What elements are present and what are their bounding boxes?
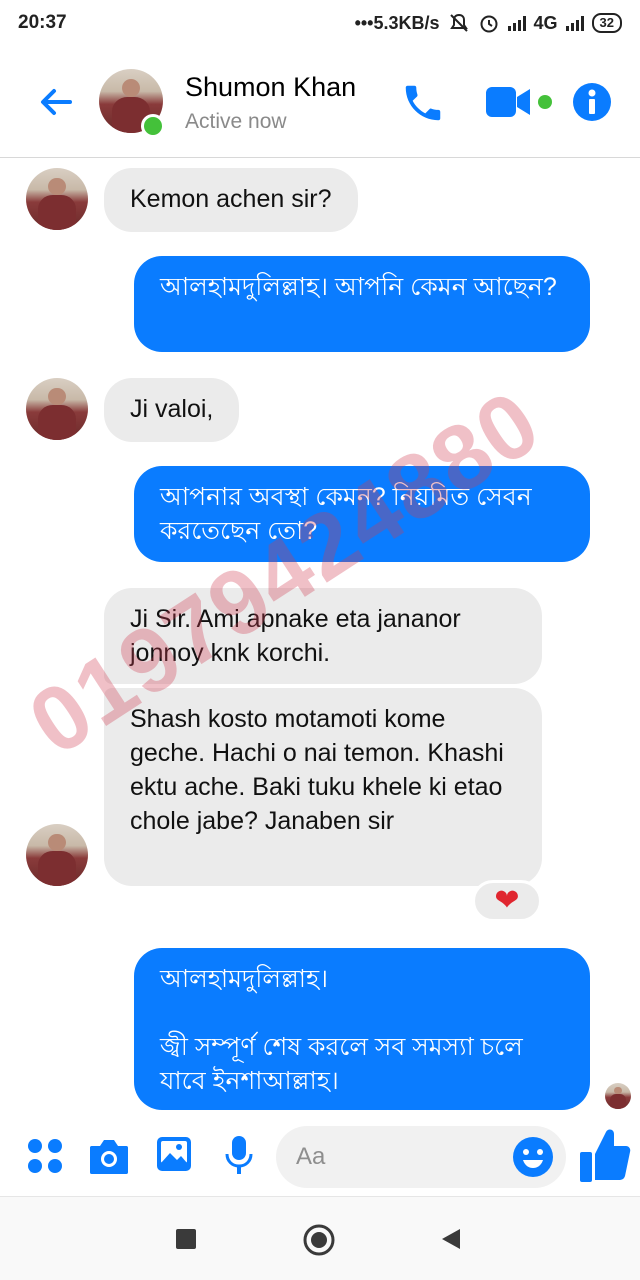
info-icon[interactable] bbox=[572, 82, 612, 122]
incoming-message[interactable]: Ji valoi, bbox=[104, 378, 240, 442]
thumbs-up-icon[interactable] bbox=[578, 1126, 632, 1184]
signal-icon bbox=[565, 15, 584, 31]
network-type: 4G bbox=[533, 12, 558, 33]
message-input[interactable] bbox=[296, 1136, 506, 1178]
conversation-header: Shumon Khan Active now bbox=[0, 46, 640, 158]
incoming-message[interactable]: Kemon achen sir? bbox=[104, 168, 358, 232]
recents-square-icon[interactable] bbox=[176, 1229, 196, 1249]
mute-icon bbox=[449, 13, 468, 32]
sender-avatar[interactable] bbox=[26, 168, 88, 230]
status-bar: 20:37 •••5.3KB/s 4G 32 bbox=[0, 0, 640, 46]
back-arrow-icon[interactable] bbox=[34, 80, 78, 124]
sender-avatar[interactable] bbox=[26, 378, 88, 440]
seen-indicator-avatar bbox=[605, 1083, 631, 1109]
clock: 20:37 bbox=[18, 12, 67, 33]
contact-name[interactable]: Shumon Khan bbox=[185, 72, 356, 103]
presence-status: Active now bbox=[185, 110, 287, 133]
system-navigation-bar bbox=[0, 1196, 640, 1280]
microphone-icon[interactable] bbox=[224, 1134, 254, 1176]
outgoing-message[interactable]: আলহামদুলিল্লাহ। আপনি কেমন আছেন? bbox=[134, 256, 590, 352]
outgoing-message[interactable]: আলহামদুলিল্লাহ। জ্বী সম্পূর্ণ শেষ করলে স… bbox=[134, 948, 590, 1110]
camera-icon[interactable] bbox=[88, 1136, 130, 1176]
signal-icon bbox=[507, 15, 526, 31]
alarm-icon bbox=[480, 15, 498, 33]
status-icons: •••5.3KB/s 4G 32 bbox=[355, 12, 622, 34]
gallery-icon[interactable] bbox=[155, 1135, 193, 1173]
menu-dots-icon[interactable] bbox=[26, 1137, 64, 1175]
video-camera-icon[interactable] bbox=[484, 84, 556, 120]
heart-reaction: ❤ bbox=[494, 884, 520, 917]
network-speed: •••5.3KB/s bbox=[354, 12, 440, 33]
message-composer bbox=[0, 1118, 640, 1196]
back-triangle-icon[interactable] bbox=[440, 1227, 462, 1251]
phone-icon[interactable] bbox=[400, 80, 446, 126]
home-circle-icon[interactable] bbox=[302, 1223, 336, 1257]
message-input-box[interactable] bbox=[276, 1126, 566, 1188]
incoming-message[interactable]: Shash kosto motamoti kome geche. Hachi o… bbox=[104, 688, 542, 886]
outgoing-message[interactable]: আপনার অবস্থা কেমন? নিয়মিত সেবন করতেছেন … bbox=[134, 466, 590, 562]
emoji-icon[interactable] bbox=[512, 1136, 554, 1178]
battery-indicator: 32 bbox=[591, 13, 622, 33]
online-status-dot bbox=[141, 114, 165, 138]
sender-avatar[interactable] bbox=[26, 824, 88, 886]
incoming-message[interactable]: Ji Sir. Ami apnake eta jananor jonnoy kn… bbox=[104, 588, 542, 684]
message-reaction[interactable]: ❤ bbox=[472, 880, 542, 922]
